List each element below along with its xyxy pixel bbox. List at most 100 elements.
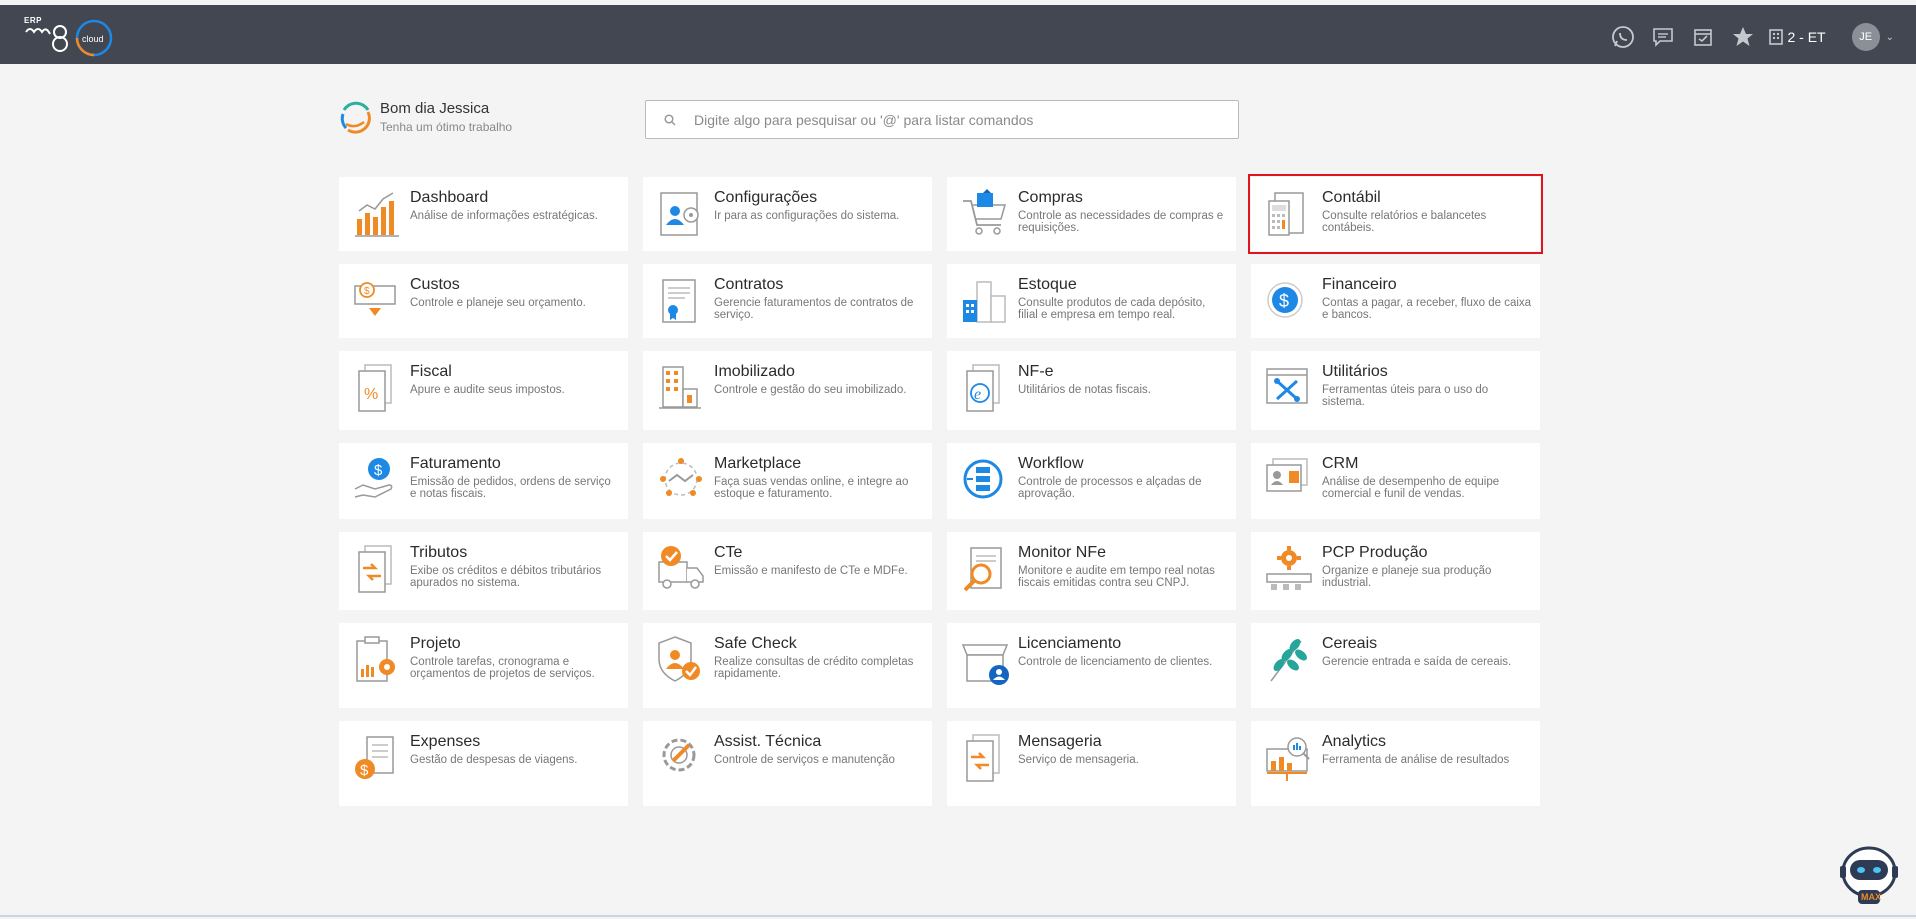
module-card-safe-check[interactable]: Safe Check Realize consultas de crédito …	[643, 623, 932, 708]
max-label: MAX	[1861, 892, 1881, 902]
module-description: Realize consultas de crédito completas r…	[714, 656, 914, 680]
project-clipboard-icon	[356, 636, 395, 682]
module-card-projeto[interactable]: Projeto Controle tarefas, cronograma e o…	[339, 623, 628, 708]
module-card-imobilizado[interactable]: Imobilizado Controle e gestão do seu imo…	[643, 351, 932, 430]
module-title: CRM	[1322, 455, 1359, 472]
module-description: Ferramentas úteis para o uso do sistema.	[1322, 384, 1489, 408]
company-label: 2 - ET	[1787, 29, 1826, 45]
module-title: Analytics	[1322, 733, 1387, 750]
shopping-cart-icon	[963, 189, 1006, 235]
module-title: Compras	[1018, 189, 1083, 206]
module-description: Controle de licenciamento de clientes.	[1018, 656, 1213, 668]
contract-icon	[662, 279, 696, 323]
module-card-contabil[interactable]: Contábil Consulte relatórios e balancete…	[1248, 174, 1543, 254]
module-title: Marketplace	[714, 455, 802, 472]
svg-text:e: e	[974, 386, 981, 403]
module-card-nfe[interactable]: e NF-e Utilitários de notas fiscais.	[947, 351, 1236, 430]
module-title: Tributos	[410, 544, 468, 561]
module-card-mensageria[interactable]: Mensageria Serviço de mensageria.	[947, 721, 1236, 806]
module-card-expenses[interactable]: $ Expenses Gestão de despesas de viagens…	[339, 721, 628, 806]
module-description: Apure e audite seus impostos.	[410, 384, 565, 396]
module-card-workflow[interactable]: Workflow Controle de processos e alçadas…	[947, 443, 1236, 519]
logo-erp-text: ERP	[24, 16, 42, 25]
module-title: Licenciamento	[1018, 635, 1122, 652]
whatsapp-icon[interactable]	[1603, 22, 1643, 52]
tax-percent-icon: %	[358, 364, 392, 412]
module-card-contratos[interactable]: Contratos Gerencie faturamentos de contr…	[643, 264, 932, 338]
module-description: Organize e planeje sua produção industri…	[1322, 565, 1492, 589]
top-bar: ERP cloud 2 - ET JE ⌄	[0, 5, 1916, 64]
company-selector[interactable]: 2 - ET	[1769, 29, 1826, 45]
svg-text:%: %	[364, 386, 378, 403]
module-title: Estoque	[1018, 276, 1077, 293]
module-title: Safe Check	[714, 635, 797, 652]
module-card-analytics[interactable]: Analytics Ferramenta de análise de resul…	[1251, 721, 1540, 806]
bottom-divider	[0, 915, 1916, 917]
monitor-magnifier-icon	[963, 547, 1002, 592]
module-card-pcp-producao[interactable]: PCP Produção Organize e planeje sua prod…	[1251, 532, 1540, 610]
module-card-cereais[interactable]: Cereais Gerencie entrada e saída de cere…	[1251, 623, 1540, 708]
nfe-document-icon: e	[966, 364, 1000, 412]
module-title: Fiscal	[410, 363, 452, 380]
module-title: Dashboard	[410, 189, 489, 206]
module-description: Gerencie entrada e saída de cereais.	[1322, 656, 1512, 668]
greeting-subtitle: Tenha um ótimo trabalho	[380, 120, 513, 134]
module-title: Expenses	[410, 733, 481, 750]
messaging-transfer-icon	[966, 734, 1000, 782]
module-card-financeiro[interactable]: $ Financeiro Contas a pagar, a receber, …	[1251, 264, 1540, 338]
workflow-flow-icon	[963, 459, 1003, 499]
module-title: Contratos	[714, 276, 784, 293]
module-card-faturamento[interactable]: $ Faturamento Emissão de pedidos, ordens…	[339, 443, 628, 519]
star-icon[interactable]	[1723, 22, 1763, 52]
greeting: Bom dia Jessica Tenha um ótimo trabalho	[338, 98, 512, 136]
search-input[interactable]	[694, 111, 1214, 128]
module-card-utilitarios[interactable]: Utilitários Ferramentas úteis para o uso…	[1251, 351, 1540, 430]
module-card-custos[interactable]: $ Custos Controle e planeje seu orçament…	[339, 264, 628, 338]
module-card-crm[interactable]: CRM Análise de desempenho de equipe come…	[1251, 443, 1540, 519]
module-card-cte[interactable]: CTe Emissão e manifesto de CTe e MDFe.	[643, 532, 932, 610]
module-description: Emissão de pedidos, ordens de serviço e …	[410, 476, 611, 500]
module-card-dashboard[interactable]: Dashboard Análise de informações estraté…	[339, 177, 628, 251]
module-card-marketplace[interactable]: Marketplace Faça suas vendas online, e i…	[643, 443, 932, 519]
module-title: Configurações	[714, 189, 818, 206]
tools-icon	[1266, 368, 1308, 404]
production-gear-icon	[1266, 546, 1312, 590]
module-description: Gestão de despesas de viagens.	[410, 754, 578, 766]
user-avatar[interactable]: JE	[1851, 23, 1880, 51]
module-description: Consulte relatórios e balancetes contábe…	[1322, 210, 1487, 234]
logo-cloud-text: cloud	[82, 34, 104, 44]
building-icon	[1769, 29, 1784, 45]
module-description: Controle de processos e alçadas de aprov…	[1018, 476, 1202, 500]
max-assistant-robot[interactable]: MAX	[1838, 842, 1900, 908]
module-card-monitor-nfe[interactable]: Monitor NFe Monitore e audite em tempo r…	[947, 532, 1236, 610]
chevron-down-icon[interactable]: ⌄	[1886, 32, 1894, 43]
module-card-compras[interactable]: Compras Controle as necessidades de comp…	[947, 177, 1236, 251]
module-card-fiscal[interactable]: % Fiscal Apure e audite seus impostos.	[339, 351, 628, 430]
module-card-tributos[interactable]: Tributos Exibe os créditos e débitos tri…	[339, 532, 628, 610]
search-bar[interactable]	[645, 100, 1239, 139]
module-description: Gerencie faturamentos de contratos de se…	[714, 297, 914, 321]
m8-cloud-logo[interactable]: ERP cloud	[24, 16, 116, 58]
calendar-icon[interactable]	[1683, 22, 1723, 52]
module-title: Contábil	[1322, 189, 1381, 206]
svg-text:$: $	[360, 762, 369, 779]
module-description: Monitore e audite em tempo real notas fi…	[1018, 565, 1215, 589]
module-title: Monitor NFe	[1018, 544, 1107, 561]
module-card-estoque[interactable]: Estoque Consulte produtos de cada depósi…	[947, 264, 1236, 338]
warehouse-buildings-icon	[963, 281, 1006, 323]
module-description: Controle de serviços e manutenção	[714, 754, 895, 766]
module-card-assist-tecnica[interactable]: Assist. Técnica Controle de serviços e m…	[643, 721, 932, 806]
module-description: Análise de informações estratégicas.	[410, 210, 598, 222]
top-actions: 2 - ET JE ⌄	[1603, 22, 1894, 52]
technical-gear-wrench-icon	[662, 738, 696, 772]
module-card-licenciamento[interactable]: Licenciamento Controle de licenciamento …	[947, 623, 1236, 708]
module-card-configuracoes[interactable]: Configurações Ir para as configurações d…	[643, 177, 932, 251]
billing-hand-dollar-icon: $	[354, 458, 393, 498]
chat-icon[interactable]	[1643, 22, 1683, 52]
module-description: Serviço de mensageria.	[1018, 754, 1139, 766]
license-store-icon	[961, 644, 1009, 685]
module-title: NF-e	[1018, 363, 1054, 380]
marketplace-handshake-icon	[660, 458, 702, 496]
module-description: Ferramenta de análise de resultados	[1322, 754, 1510, 766]
module-description: Faça suas vendas online, e integre ao es…	[714, 476, 909, 500]
